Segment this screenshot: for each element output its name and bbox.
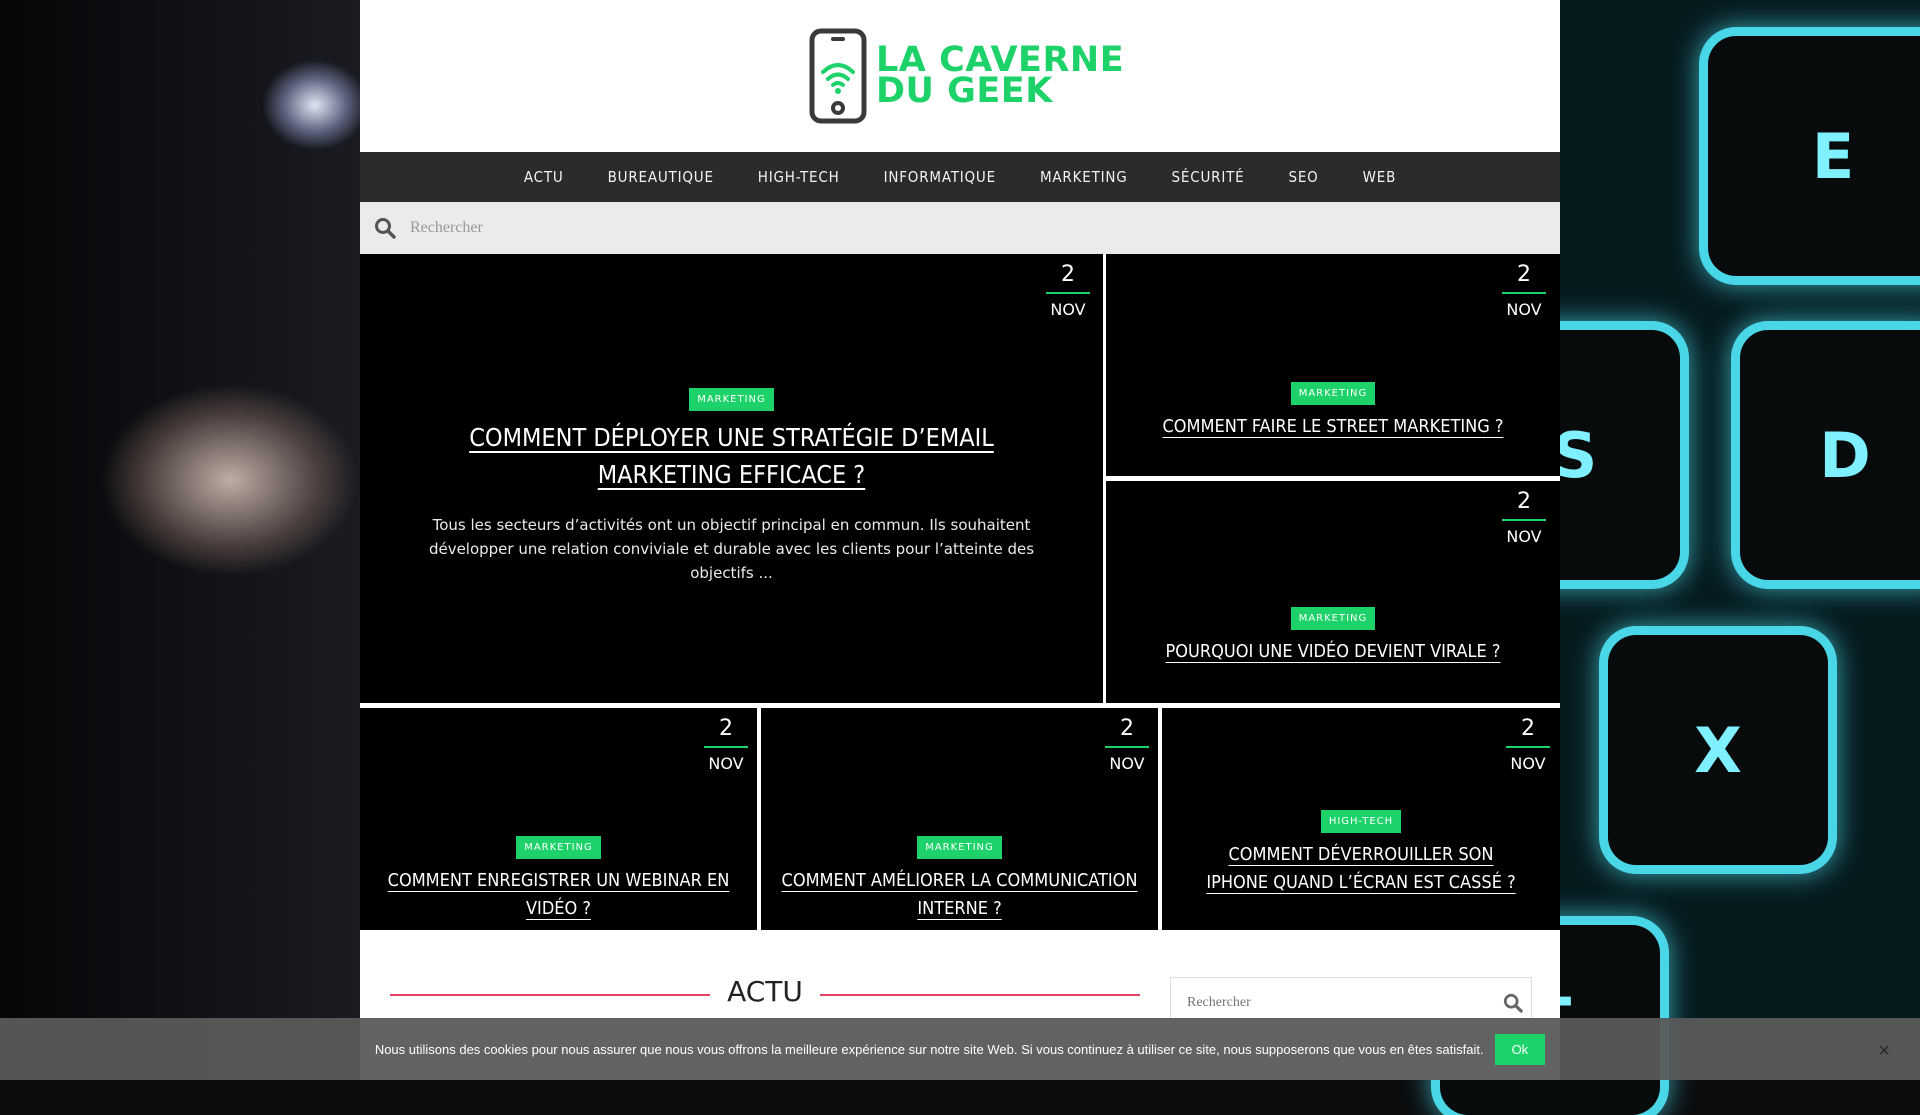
- post-date-day: 2: [1105, 716, 1149, 748]
- featured-post-card[interactable]: 2 NOV MARKETING COMMENT ENREGISTRER UN W…: [360, 708, 757, 930]
- post-title[interactable]: POURQUOI UNE VIDÉO DEVIENT VIRALE ?: [1106, 638, 1560, 666]
- keyboard-key: X: [1608, 635, 1828, 865]
- main-nav: ACTU BUREAUTIQUE HIGH-TECH INFORMATIQUE …: [360, 152, 1560, 202]
- category-tag[interactable]: MARKETING: [1290, 382, 1376, 405]
- post-body: MARKETING COMMENT AMÉLIORER LA COMMUNICA…: [761, 836, 1158, 923]
- post-date-day: 2: [1502, 262, 1546, 294]
- post-body: MARKETING POURQUOI UNE VIDÉO DEVIENT VIR…: [1106, 607, 1560, 666]
- keyboard-key: E: [1708, 36, 1920, 276]
- post-title[interactable]: COMMENT DÉPLOYER UNE STRATÉGIE D’EMAIL M…: [452, 419, 1012, 493]
- section-heading: ACTU: [390, 970, 1140, 1020]
- post-date-day: 2: [1506, 716, 1550, 748]
- background-photo-left: [0, 0, 360, 1080]
- featured-post-card[interactable]: 2 NOV MARKETING COMMENT FAIRE LE STREET …: [1106, 254, 1560, 476]
- nav-item-securite[interactable]: SÉCURITÉ: [1172, 168, 1245, 186]
- featured-post-card[interactable]: 2 NOV MARKETING COMMENT DÉPLOYER UNE STR…: [360, 254, 1103, 703]
- post-date: 2 NOV: [1502, 262, 1546, 319]
- sidebar-search-input[interactable]: [1185, 994, 1489, 1012]
- post-date-month: NOV: [1506, 527, 1542, 546]
- background-photo-right: E S D X T: [1440, 0, 1920, 1115]
- post-date: 2 NOV: [1105, 716, 1149, 773]
- search-icon[interactable]: [374, 217, 396, 239]
- nav-item-bureautique[interactable]: BUREAUTIQUE: [608, 168, 714, 186]
- post-date: 2 NOV: [1502, 489, 1546, 546]
- cookie-banner: Nous utilisons des cookies pour nous ass…: [0, 1018, 1920, 1080]
- post-body: MARKETING COMMENT FAIRE LE STREET MARKET…: [1106, 382, 1560, 441]
- cookie-ok-button[interactable]: Ok: [1494, 1033, 1546, 1065]
- search-icon[interactable]: [1503, 993, 1523, 1013]
- post-body: MARKETING COMMENT ENREGISTRER UN WEBINAR…: [360, 836, 757, 923]
- nav-item-high-tech[interactable]: HIGH-TECH: [758, 168, 840, 186]
- site-logo[interactable]: LA CAVERNE DU GEEK: [808, 28, 1124, 124]
- post-title[interactable]: COMMENT AMÉLIORER LA COMMUNICATION INTER…: [761, 867, 1158, 923]
- post-date-day: 2: [1502, 489, 1546, 521]
- nav-item-seo[interactable]: SEO: [1288, 168, 1318, 186]
- post-title[interactable]: COMMENT FAIRE LE STREET MARKETING ?: [1106, 413, 1560, 441]
- smartphone-wifi-icon: [809, 28, 867, 124]
- post-title[interactable]: COMMENT DÉVERROUILLER SON IPHONE QUAND L…: [1196, 841, 1526, 897]
- logo-line-2: DU GEEK: [876, 71, 1053, 111]
- header-search-bar: [360, 202, 1560, 254]
- post-date-day: 2: [704, 716, 748, 748]
- featured-post-card[interactable]: 2 NOV MARKETING COMMENT AMÉLIORER LA COM…: [761, 708, 1158, 930]
- post-date-month: NOV: [1050, 300, 1086, 319]
- post-body: MARKETING COMMENT DÉPLOYER UNE STRATÉGIE…: [360, 388, 1103, 585]
- nav-item-actu[interactable]: ACTU: [524, 168, 564, 186]
- post-excerpt: Tous les secteurs d’activités ont un obj…: [428, 516, 1035, 582]
- search-input[interactable]: [408, 218, 1012, 238]
- nav-item-marketing[interactable]: MARKETING: [1040, 168, 1128, 186]
- featured-grid: 2 NOV MARKETING COMMENT DÉPLOYER UNE STR…: [360, 254, 1560, 930]
- post-date-month: NOV: [708, 754, 744, 773]
- close-icon[interactable]: ×: [1878, 1040, 1890, 1063]
- category-tag[interactable]: MARKETING: [516, 836, 601, 859]
- post-date-month: NOV: [1506, 300, 1542, 319]
- nav-item-web[interactable]: WEB: [1363, 168, 1397, 186]
- nav-item-informatique[interactable]: INFORMATIQUE: [884, 168, 996, 186]
- category-tag[interactable]: MARKETING: [1290, 607, 1376, 630]
- logo-text: LA CAVERNE DU GEEK: [876, 43, 1124, 111]
- featured-post-card[interactable]: 2 NOV MARKETING POURQUOI UNE VIDÉO DEVIE…: [1106, 481, 1560, 703]
- post-date-month: NOV: [1510, 754, 1546, 773]
- category-tag[interactable]: HIGH-TECH: [1320, 810, 1402, 833]
- post-date-day: 2: [1046, 262, 1090, 294]
- post-date: 2 NOV: [1506, 716, 1550, 773]
- site-header: LA CAVERNE DU GEEK: [360, 0, 1560, 152]
- post-date: 2 NOV: [1046, 262, 1090, 319]
- keyboard-key: D: [1740, 330, 1920, 580]
- cookie-text: Nous utilisons des cookies pour nous ass…: [374, 1041, 1484, 1057]
- post-body: HIGH-TECH COMMENT DÉVERROUILLER SON IPHO…: [1162, 810, 1560, 897]
- post-date-month: NOV: [1109, 754, 1145, 773]
- post-title[interactable]: COMMENT ENREGISTRER UN WEBINAR EN VIDÉO …: [360, 867, 757, 923]
- post-date: 2 NOV: [704, 716, 748, 773]
- featured-post-card[interactable]: 2 NOV HIGH-TECH COMMENT DÉVERROUILLER SO…: [1162, 708, 1560, 930]
- section-title: ACTU: [727, 975, 803, 1008]
- category-tag[interactable]: MARKETING: [689, 388, 774, 411]
- category-tag[interactable]: MARKETING: [917, 836, 1002, 859]
- page-container: LA CAVERNE DU GEEK ACTU BUREAUTIQUE HIGH…: [360, 0, 1560, 1080]
